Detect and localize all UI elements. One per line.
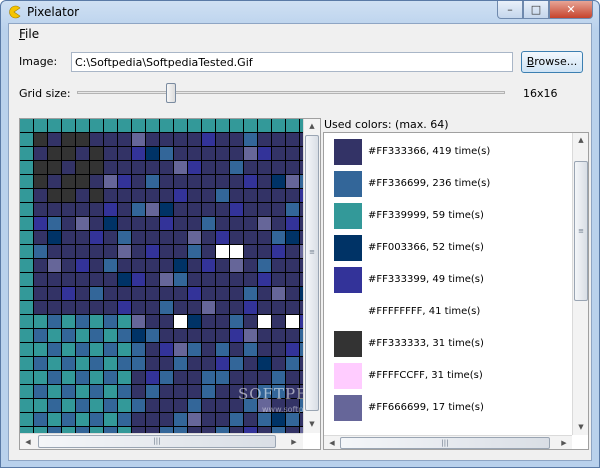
grip-icon: ≡: [309, 248, 315, 256]
preview-horizontal-scrollbar[interactable]: ◀ ||| ▶: [20, 433, 303, 449]
maximize-icon: □: [530, 3, 542, 16]
browse-label: rowse...: [534, 55, 578, 68]
maximize-button[interactable]: □: [523, 1, 549, 19]
color-usage-text: #FFFFFFFF, 41 time(s): [368, 306, 481, 317]
color-usage-text: #FFFFCCFF, 31 time(s): [368, 370, 483, 381]
scroll-right-icon[interactable]: ▶: [556, 436, 572, 449]
grid-size-label: Grid size:: [19, 87, 71, 100]
close-icon: ✕: [566, 3, 576, 16]
color-swatch: [334, 203, 362, 229]
close-button[interactable]: ✕: [549, 1, 593, 19]
color-swatch: [334, 235, 362, 261]
color-usage-text: #FF003366, 52 time(s): [368, 242, 484, 253]
color-swatch: [334, 331, 362, 357]
pixel-preview: SOFTPEDIA www.softpedia.com: [20, 119, 303, 433]
image-label: Image:: [19, 55, 58, 68]
color-swatch: [334, 363, 362, 389]
color-list-item[interactable]: #FF336699, 236 time(s): [324, 169, 572, 201]
color-usage-text: #FF333399, 49 time(s): [368, 274, 484, 285]
colors-horizontal-scrollbar[interactable]: ◀ ||| ▶: [324, 435, 572, 449]
color-list-item[interactable]: #FF339999, 59 time(s): [324, 201, 572, 233]
color-list-item[interactable]: #FF003366, 52 time(s): [324, 233, 572, 265]
color-list-item[interactable]: #FF666699, 17 time(s): [324, 393, 572, 425]
grip-icon: ≡: [578, 227, 584, 235]
scroll-right-icon[interactable]: ▶: [286, 435, 302, 449]
color-swatch: [334, 299, 362, 325]
color-swatch: [334, 267, 362, 293]
scroll-up-icon[interactable]: ▲: [573, 133, 588, 147]
minimize-icon: –: [507, 3, 513, 16]
window-controls: – □ ✕: [497, 1, 593, 19]
color-swatch: [334, 171, 362, 197]
color-list-item[interactable]: #FFFFCCFF, 31 time(s): [324, 361, 572, 393]
scroll-left-icon[interactable]: ◀: [20, 435, 36, 449]
preview-hscroll-thumb[interactable]: |||: [38, 435, 276, 448]
preview-vertical-scrollbar[interactable]: ▲ ≡ ▼: [303, 119, 320, 433]
scroll-down-icon[interactable]: ▼: [573, 420, 588, 434]
color-usage-text: #FF333366, 419 time(s): [368, 146, 491, 157]
menu-bar: File: [9, 24, 591, 44]
color-swatch: [334, 395, 362, 421]
color-list-item[interactable]: #FF333399, 49 time(s): [324, 265, 572, 297]
minimize-button[interactable]: –: [497, 1, 523, 19]
used-colors-label: Used colors: (max. 64): [324, 118, 449, 131]
client-area: File Image: Browse... Grid size: 16x16 S…: [8, 23, 592, 461]
menu-file[interactable]: File: [19, 27, 39, 41]
grid-size-slider-track[interactable]: [77, 91, 505, 94]
image-path-input[interactable]: [71, 52, 513, 72]
grid-size-slider-thumb[interactable]: [166, 83, 177, 103]
grip-icon: |||: [441, 439, 449, 447]
colors-hscroll-thumb[interactable]: |||: [340, 437, 550, 449]
grip-icon: |||: [153, 437, 161, 445]
pixel-preview-panel: SOFTPEDIA www.softpedia.com ▲ ≡ ▼ ◀ ||| …: [19, 118, 321, 450]
window-title: Pixelator: [27, 5, 80, 19]
used-colors-list: #FF333366, 419 time(s) #FF336699, 236 tim…: [324, 133, 572, 435]
title-bar[interactable]: Pixelator – □ ✕: [1, 1, 599, 23]
browse-button[interactable]: Browse...: [521, 51, 583, 73]
color-usage-text: #FF336699, 236 time(s): [368, 178, 491, 189]
preview-vscroll-thumb[interactable]: ≡: [305, 135, 319, 411]
menu-file-label: ile: [25, 27, 40, 41]
color-list-item[interactable]: #FF333333, 31 time(s): [324, 329, 572, 361]
color-usage-text: #FF339999, 59 time(s): [368, 210, 484, 221]
softpedia-watermark: SOFTPEDIA: [238, 385, 303, 403]
used-colors-panel: #FF333366, 419 time(s) #FF336699, 236 tim…: [323, 132, 589, 450]
color-list-item[interactable]: #FFFFFFFF, 41 time(s): [324, 297, 572, 329]
color-list-item[interactable]: #FF333366, 419 time(s): [324, 137, 572, 169]
colors-vertical-scrollbar[interactable]: ▲ ≡ ▼: [572, 133, 588, 435]
scroll-up-icon[interactable]: ▲: [304, 119, 320, 133]
scroll-left-icon[interactable]: ◀: [324, 436, 340, 449]
app-window: Pixelator – □ ✕ File Image: Browse... Gr…: [0, 0, 600, 468]
softpedia-watermark-url: www.softpedia.com: [262, 405, 303, 414]
colors-vscroll-thumb[interactable]: ≡: [574, 161, 588, 301]
color-swatch: [334, 139, 362, 165]
color-usage-text: #FF666699, 17 time(s): [368, 402, 484, 413]
scroll-down-icon[interactable]: ▼: [304, 417, 320, 431]
pacman-app-icon: [9, 5, 21, 19]
color-usage-text: #FF333333, 31 time(s): [368, 338, 484, 349]
grid-size-value: 16x16: [523, 87, 558, 100]
